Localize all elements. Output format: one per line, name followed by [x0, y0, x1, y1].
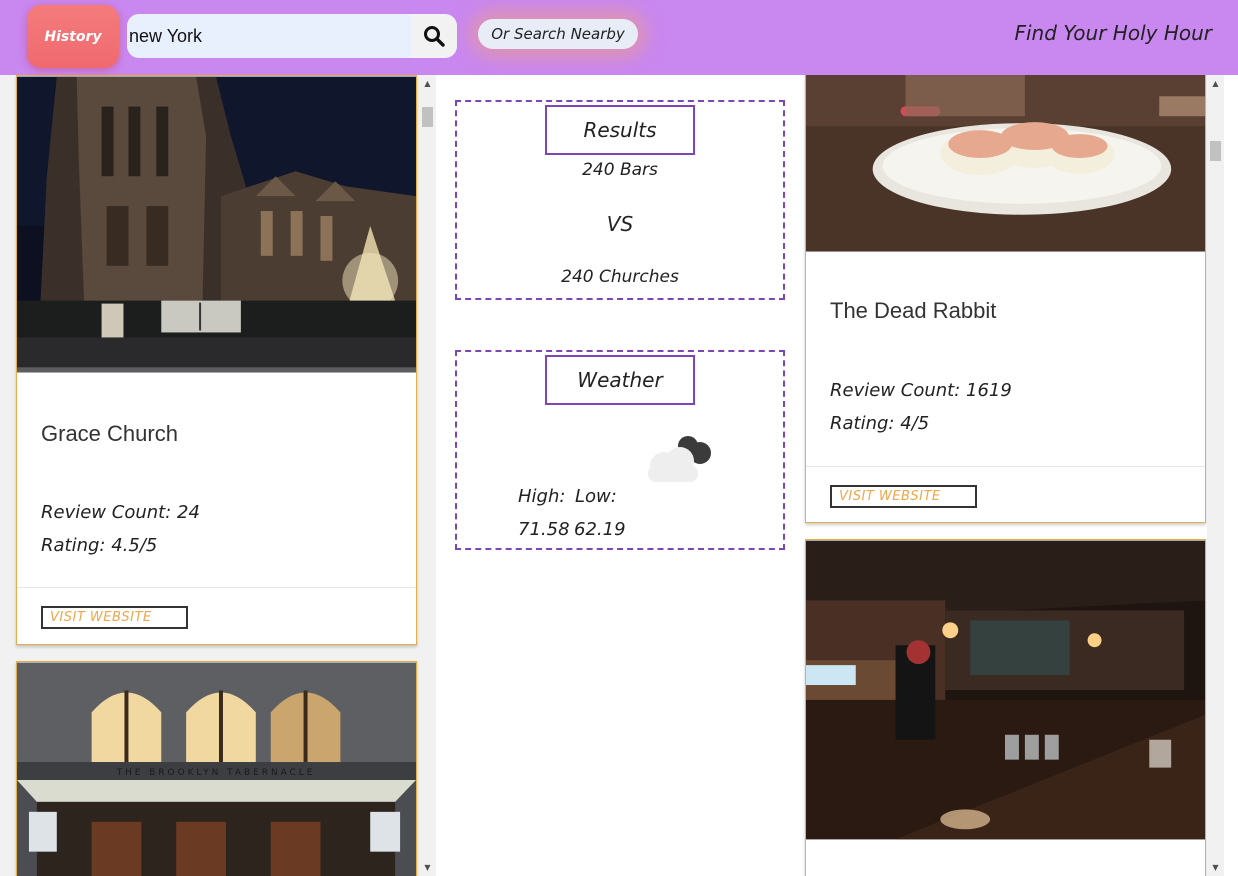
church-name: Grace Church	[41, 421, 178, 446]
bars-column: The Dead Rabbit Review Count: 1619 Ratin…	[794, 75, 1238, 876]
cloudy-icon	[648, 436, 711, 482]
churches-count: 240 Churches	[561, 267, 679, 287]
bars-scrollbar[interactable]: ▲ ▼	[1207, 75, 1224, 876]
church-rating: Rating: 4.5/5	[41, 535, 158, 556]
card-divider	[806, 466, 1205, 467]
church-photo	[17, 76, 416, 373]
city-search-input[interactable]	[127, 14, 412, 58]
top-nav-bar: History Or Search Nearby Find Your Holy …	[0, 0, 1238, 75]
search-icon	[424, 26, 445, 47]
church-card: THE BROOKLYN TABERNACLE	[16, 661, 417, 876]
bar-name: The Dead Rabbit	[830, 298, 997, 323]
history-button[interactable]: History	[27, 5, 119, 68]
scroll-down-arrow[interactable]: ▼	[419, 859, 436, 876]
bar-card: The Dead Rabbit Review Count: 1619 Ratin…	[805, 75, 1206, 523]
church-card: Grace Church Review Count: 24 Rating: 4.…	[16, 75, 417, 645]
bar-review-count: Review Count: 1619	[830, 380, 1012, 401]
scroll-thumb[interactable]	[422, 107, 433, 127]
summary-column: Results 240 Bars VS 240 Churches Weather…	[436, 75, 804, 876]
scroll-down-arrow[interactable]: ▼	[1207, 859, 1224, 876]
bar-card	[805, 539, 1206, 876]
bar-rating: Rating: 4/5	[830, 413, 930, 434]
results-title: Results	[545, 105, 695, 155]
churches-scrollbar[interactable]: ▲ ▼	[419, 75, 436, 876]
weather-box: Weather High: Low: 71.58 62.19	[455, 350, 785, 550]
visit-website-button[interactable]: VISIT WEBSITE	[830, 485, 977, 508]
card-divider	[17, 587, 416, 588]
bar-photo	[806, 540, 1205, 840]
bar-photo	[806, 75, 1205, 252]
tabernacle-sign-text: THE BROOKLYN TABERNACLE	[116, 768, 316, 778]
low-label: Low:	[575, 486, 617, 507]
results-box: Results 240 Bars VS 240 Churches	[455, 100, 785, 300]
versus-label: VS	[606, 212, 634, 236]
app-title: Find Your Holy Hour	[1014, 21, 1213, 45]
church-photo: THE BROOKLYN TABERNACLE	[17, 662, 416, 876]
visit-website-button[interactable]: VISIT WEBSITE	[41, 606, 188, 629]
scroll-thumb[interactable]	[1210, 141, 1221, 161]
high-label: High:	[518, 486, 566, 507]
church-review-count: Review Count: 24	[41, 502, 200, 523]
bars-count: 240 Bars	[582, 160, 658, 180]
low-temp: 62.19	[574, 519, 626, 540]
search-button[interactable]	[411, 14, 457, 58]
high-temp: 71.58	[518, 519, 570, 540]
scroll-up-arrow[interactable]: ▲	[1207, 75, 1224, 92]
scroll-up-arrow[interactable]: ▲	[419, 75, 436, 92]
weather-title: Weather	[545, 355, 695, 405]
search-nearby-button[interactable]: Or Search Nearby	[478, 19, 638, 49]
churches-column: Grace Church Review Count: 24 Rating: 4.…	[0, 75, 436, 876]
search-bar	[127, 14, 457, 58]
